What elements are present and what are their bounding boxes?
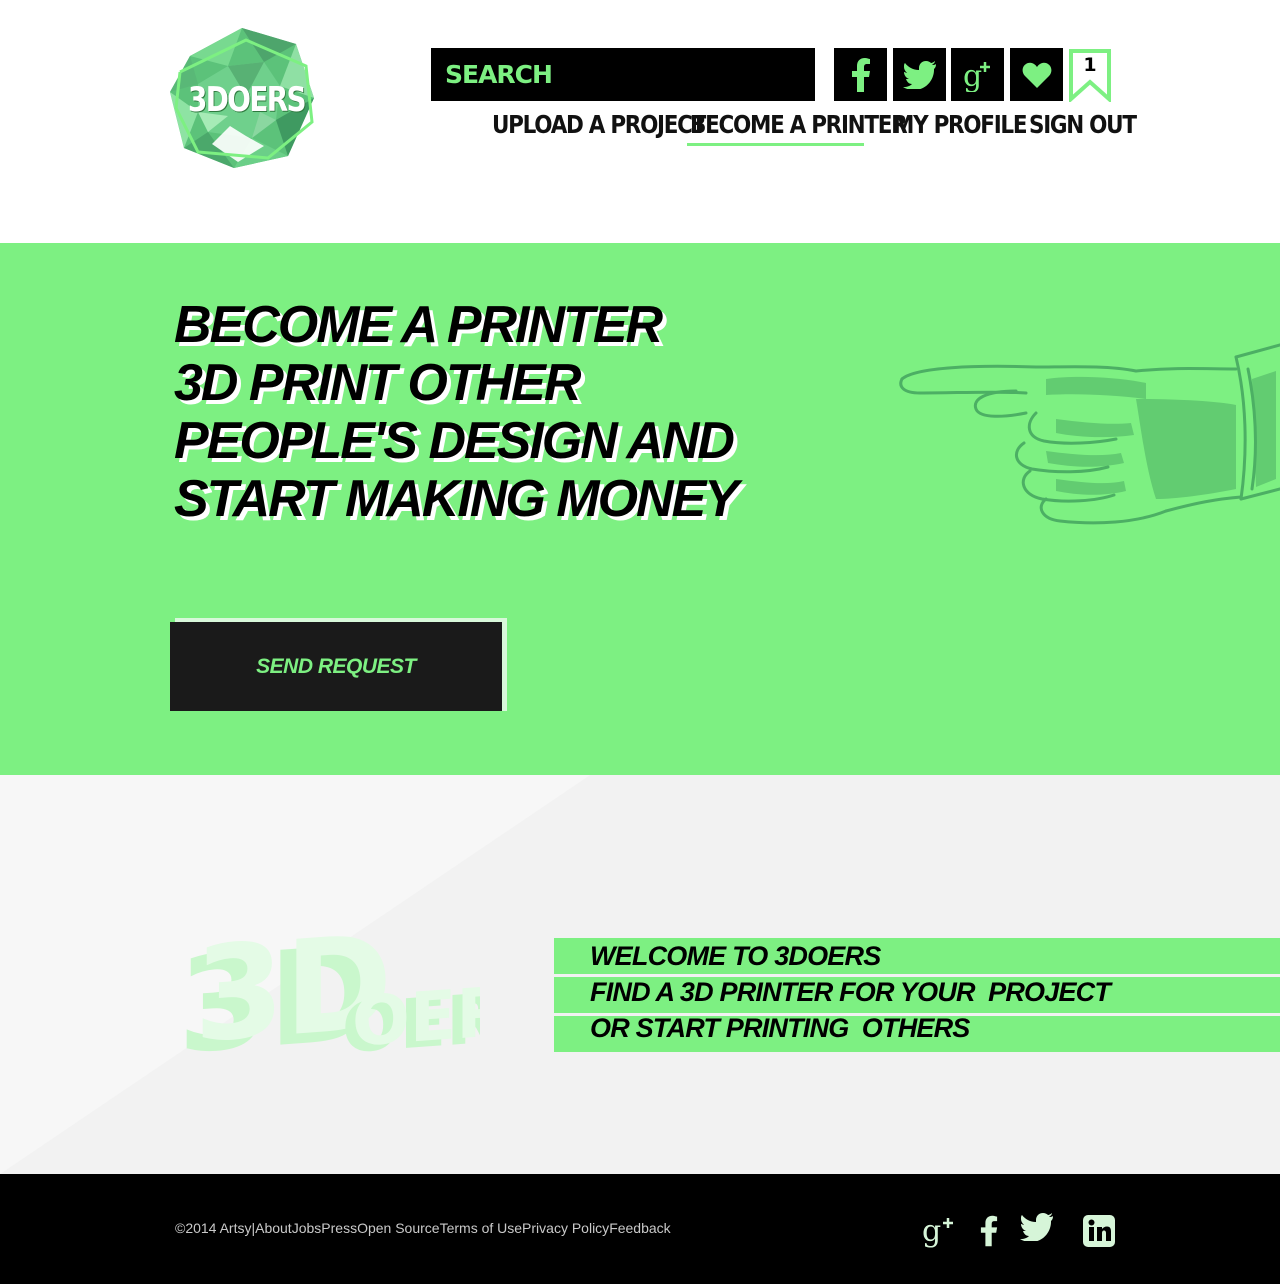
nav-my-profile[interactable]: MY PROFILE xyxy=(893,110,1028,146)
logo-oers-text: OERS xyxy=(352,969,480,1062)
welcome-line: FIND A 3D PRINTER FOR YOUR PROJECT xyxy=(590,977,1111,1007)
hero-heading-line: START MAKING MONEY xyxy=(174,470,739,528)
svg-text:g: g xyxy=(963,59,982,92)
welcome-section: 3D 3D OERS OERS WELCOME TO 3DOERS FIND A… xyxy=(0,775,1280,1174)
footer-link-about[interactable]: About xyxy=(255,1220,292,1236)
footer-link-press[interactable]: Press xyxy=(321,1220,357,1236)
heart-icon xyxy=(1022,62,1051,88)
welcome-line: WELCOME TO 3DOERS xyxy=(590,941,881,971)
google-plus-icon: g xyxy=(963,59,990,92)
footer-link-privacy[interactable]: Privacy Policy xyxy=(522,1220,609,1236)
welcome-line: OR START PRINTING OTHERS xyxy=(590,1013,970,1043)
twitter-icon xyxy=(902,60,936,89)
hero-heading-line: 3D PRINT OTHER xyxy=(174,354,581,412)
search-box xyxy=(431,48,815,101)
send-request-button[interactable]: SEND REQUEST xyxy=(170,622,502,711)
nav-upload-project[interactable]: UPLOAD A PROJECT xyxy=(492,110,706,146)
footer-google-plus-button[interactable]: g xyxy=(920,1212,960,1250)
nav-become-printer[interactable]: BECOME A PRINTER xyxy=(690,110,908,146)
logo-text: 3DOERS xyxy=(188,80,307,120)
footer-twitter-button[interactable] xyxy=(1019,1208,1055,1246)
footer-link-feedback[interactable]: Feedback xyxy=(609,1220,670,1236)
twitter-button[interactable] xyxy=(893,48,946,101)
footer-link-terms[interactable]: Terms of Use xyxy=(440,1220,522,1236)
site-footer: ©2014 Artsy | About Jobs Press Open Sour… xyxy=(0,1174,1280,1284)
footer-link-open-source[interactable]: Open Source xyxy=(357,1220,440,1236)
nav-active-indicator xyxy=(687,143,864,146)
hero-section: BECOME A PRINTER 3D PRINT OTHER PEOPLE'S… xyxy=(0,243,1280,775)
pointing-hand-icon xyxy=(899,343,1280,525)
bookmark-count: 1 xyxy=(1083,54,1097,76)
footer-facebook-button[interactable] xyxy=(978,1212,1000,1250)
hero-heading-line: BECOME A PRINTER xyxy=(174,296,663,354)
linkedin-icon xyxy=(1083,1215,1115,1247)
nav-sign-out[interactable]: SIGN OUT xyxy=(1029,110,1137,146)
footer-links: ©2014 Artsy | About Jobs Press Open Sour… xyxy=(175,1220,671,1236)
footer-copyright: ©2014 Artsy xyxy=(175,1220,252,1236)
site-header: 3DOERS g 1 UPLOAD A PROJECT BECOME A PRI… xyxy=(0,0,1280,243)
twitter-icon xyxy=(1020,1213,1053,1241)
facebook-icon xyxy=(851,57,870,92)
facebook-button[interactable] xyxy=(834,48,887,101)
hero-heading-line: PEOPLE'S DESIGN AND xyxy=(174,412,735,470)
footer-linkedin-button[interactable] xyxy=(1081,1212,1117,1250)
footer-link-jobs[interactable]: Jobs xyxy=(292,1220,322,1236)
search-input[interactable] xyxy=(431,48,815,101)
facebook-icon xyxy=(980,1215,998,1247)
send-request-label: SEND REQUEST xyxy=(256,654,416,678)
google-plus-button[interactable]: g xyxy=(951,48,1004,101)
3doers-3d-logo: 3D 3D OERS OERS xyxy=(178,915,480,1070)
svg-text:g: g xyxy=(922,1214,941,1248)
google-plus-icon: g xyxy=(922,1214,953,1248)
favorites-button[interactable] xyxy=(1010,48,1063,101)
